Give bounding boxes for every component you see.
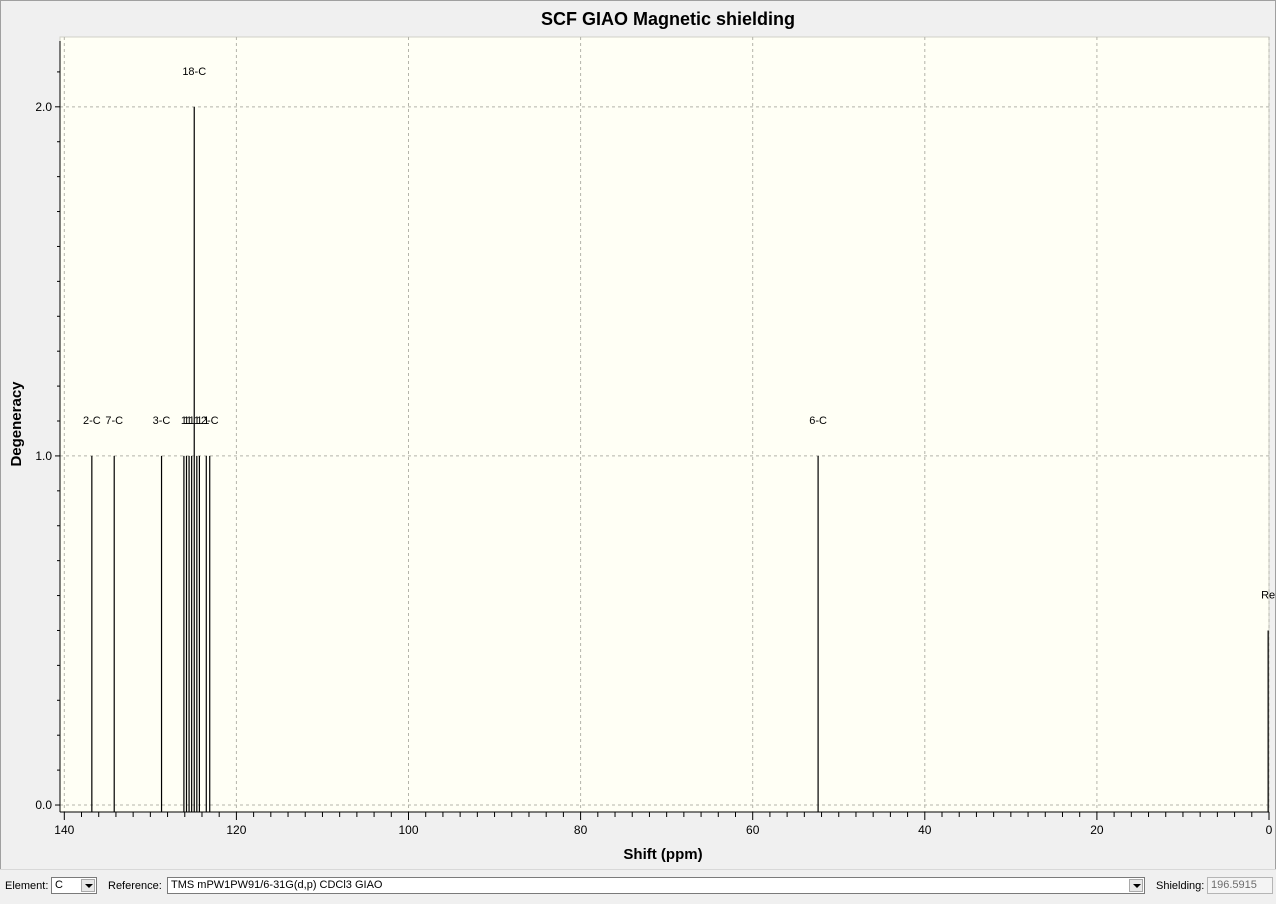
y-tick-label: 2.0 [35,100,52,114]
reference-select[interactable]: TMS mPW1PW91/6-31G(d,p) CDCl3 GIAO [167,877,1145,894]
peak-label: 2-C [83,415,101,427]
shielding-value: 196.5915 [1211,879,1257,891]
chart: SCF GIAO Magnetic shielding 140 120 100 80 6… [8,9,1275,863]
peak-label: 18-C [182,66,206,78]
x-tick-label: 80 [574,823,588,837]
x-tick-label: 0 [1266,823,1273,837]
reference-label: Reference: [108,880,162,892]
controls-bar: Element: C Reference: TMS mPW1PW91/6-31G… [0,869,1276,904]
element-select[interactable]: C [51,877,97,894]
shielding-field: 196.5915 [1207,877,1273,894]
element-value: C [55,879,63,891]
peak-label: 6-C [809,415,827,427]
peak-label: 3-C [153,415,171,427]
peak-label: Re [1261,589,1275,601]
y-tick-label: 0.0 [35,798,52,812]
plot-area [60,37,1269,812]
peak-label: 7-C [105,415,123,427]
x-tick-label: 20 [1090,823,1104,837]
x-tick-label: 140 [54,823,74,837]
x-tick-label: 40 [918,823,932,837]
x-tick-label: 120 [226,823,246,837]
element-dropdown-icon[interactable] [81,879,95,892]
chart-title: SCF GIAO Magnetic shielding [541,9,795,29]
x-tick-label: 100 [398,823,418,837]
y-tick-label: 1.0 [35,449,52,463]
peak-label: 2-C [201,415,219,427]
reference-dropdown-icon[interactable] [1129,879,1143,892]
element-label: Element: [5,880,49,892]
y-axis-label: Degeneracy [8,381,25,467]
shielding-label: Shielding: [1156,880,1205,892]
x-axis-label: Shift (ppm) [623,846,702,863]
reference-value: TMS mPW1PW91/6-31G(d,p) CDCl3 GIAO [171,879,383,891]
x-tick-label: 60 [746,823,760,837]
